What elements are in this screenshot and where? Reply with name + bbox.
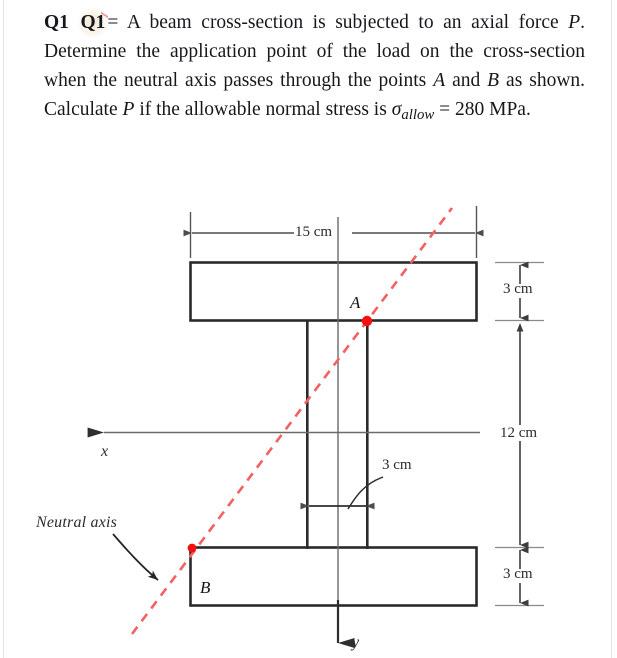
web-width-label: 3 cm <box>382 457 412 473</box>
page-canvas: Q1 Q1 = A beam cross-section is subjected… <box>0 0 617 658</box>
y-axis-label: y <box>352 634 360 651</box>
point-a-label: A <box>350 293 361 312</box>
web-width-leader-line <box>347 476 384 510</box>
figure-svg <box>87 206 544 648</box>
flange-width-label: 15 cm <box>295 224 333 240</box>
point-b-marker <box>187 543 197 553</box>
neutral-axis-leader-arrow <box>112 533 159 581</box>
top-flange-thickness-label: 3 cm <box>503 281 533 297</box>
web-height-label: 12 cm <box>500 425 538 441</box>
point-a-marker <box>361 315 373 327</box>
x-axis-label: x <box>101 443 109 460</box>
beam-cross-section-figure: 15 cm 3 cm 12 cm 3 cm 3 cm A B x y Neutr… <box>0 0 617 658</box>
neutral-axis-label: Neutral axis <box>36 514 118 531</box>
point-b-label: B <box>200 578 211 597</box>
bottom-flange-thickness-label: 3 cm <box>503 566 533 582</box>
beam-outline <box>189 261 478 607</box>
top-flange <box>189 261 478 322</box>
bottom-flange <box>189 546 478 607</box>
